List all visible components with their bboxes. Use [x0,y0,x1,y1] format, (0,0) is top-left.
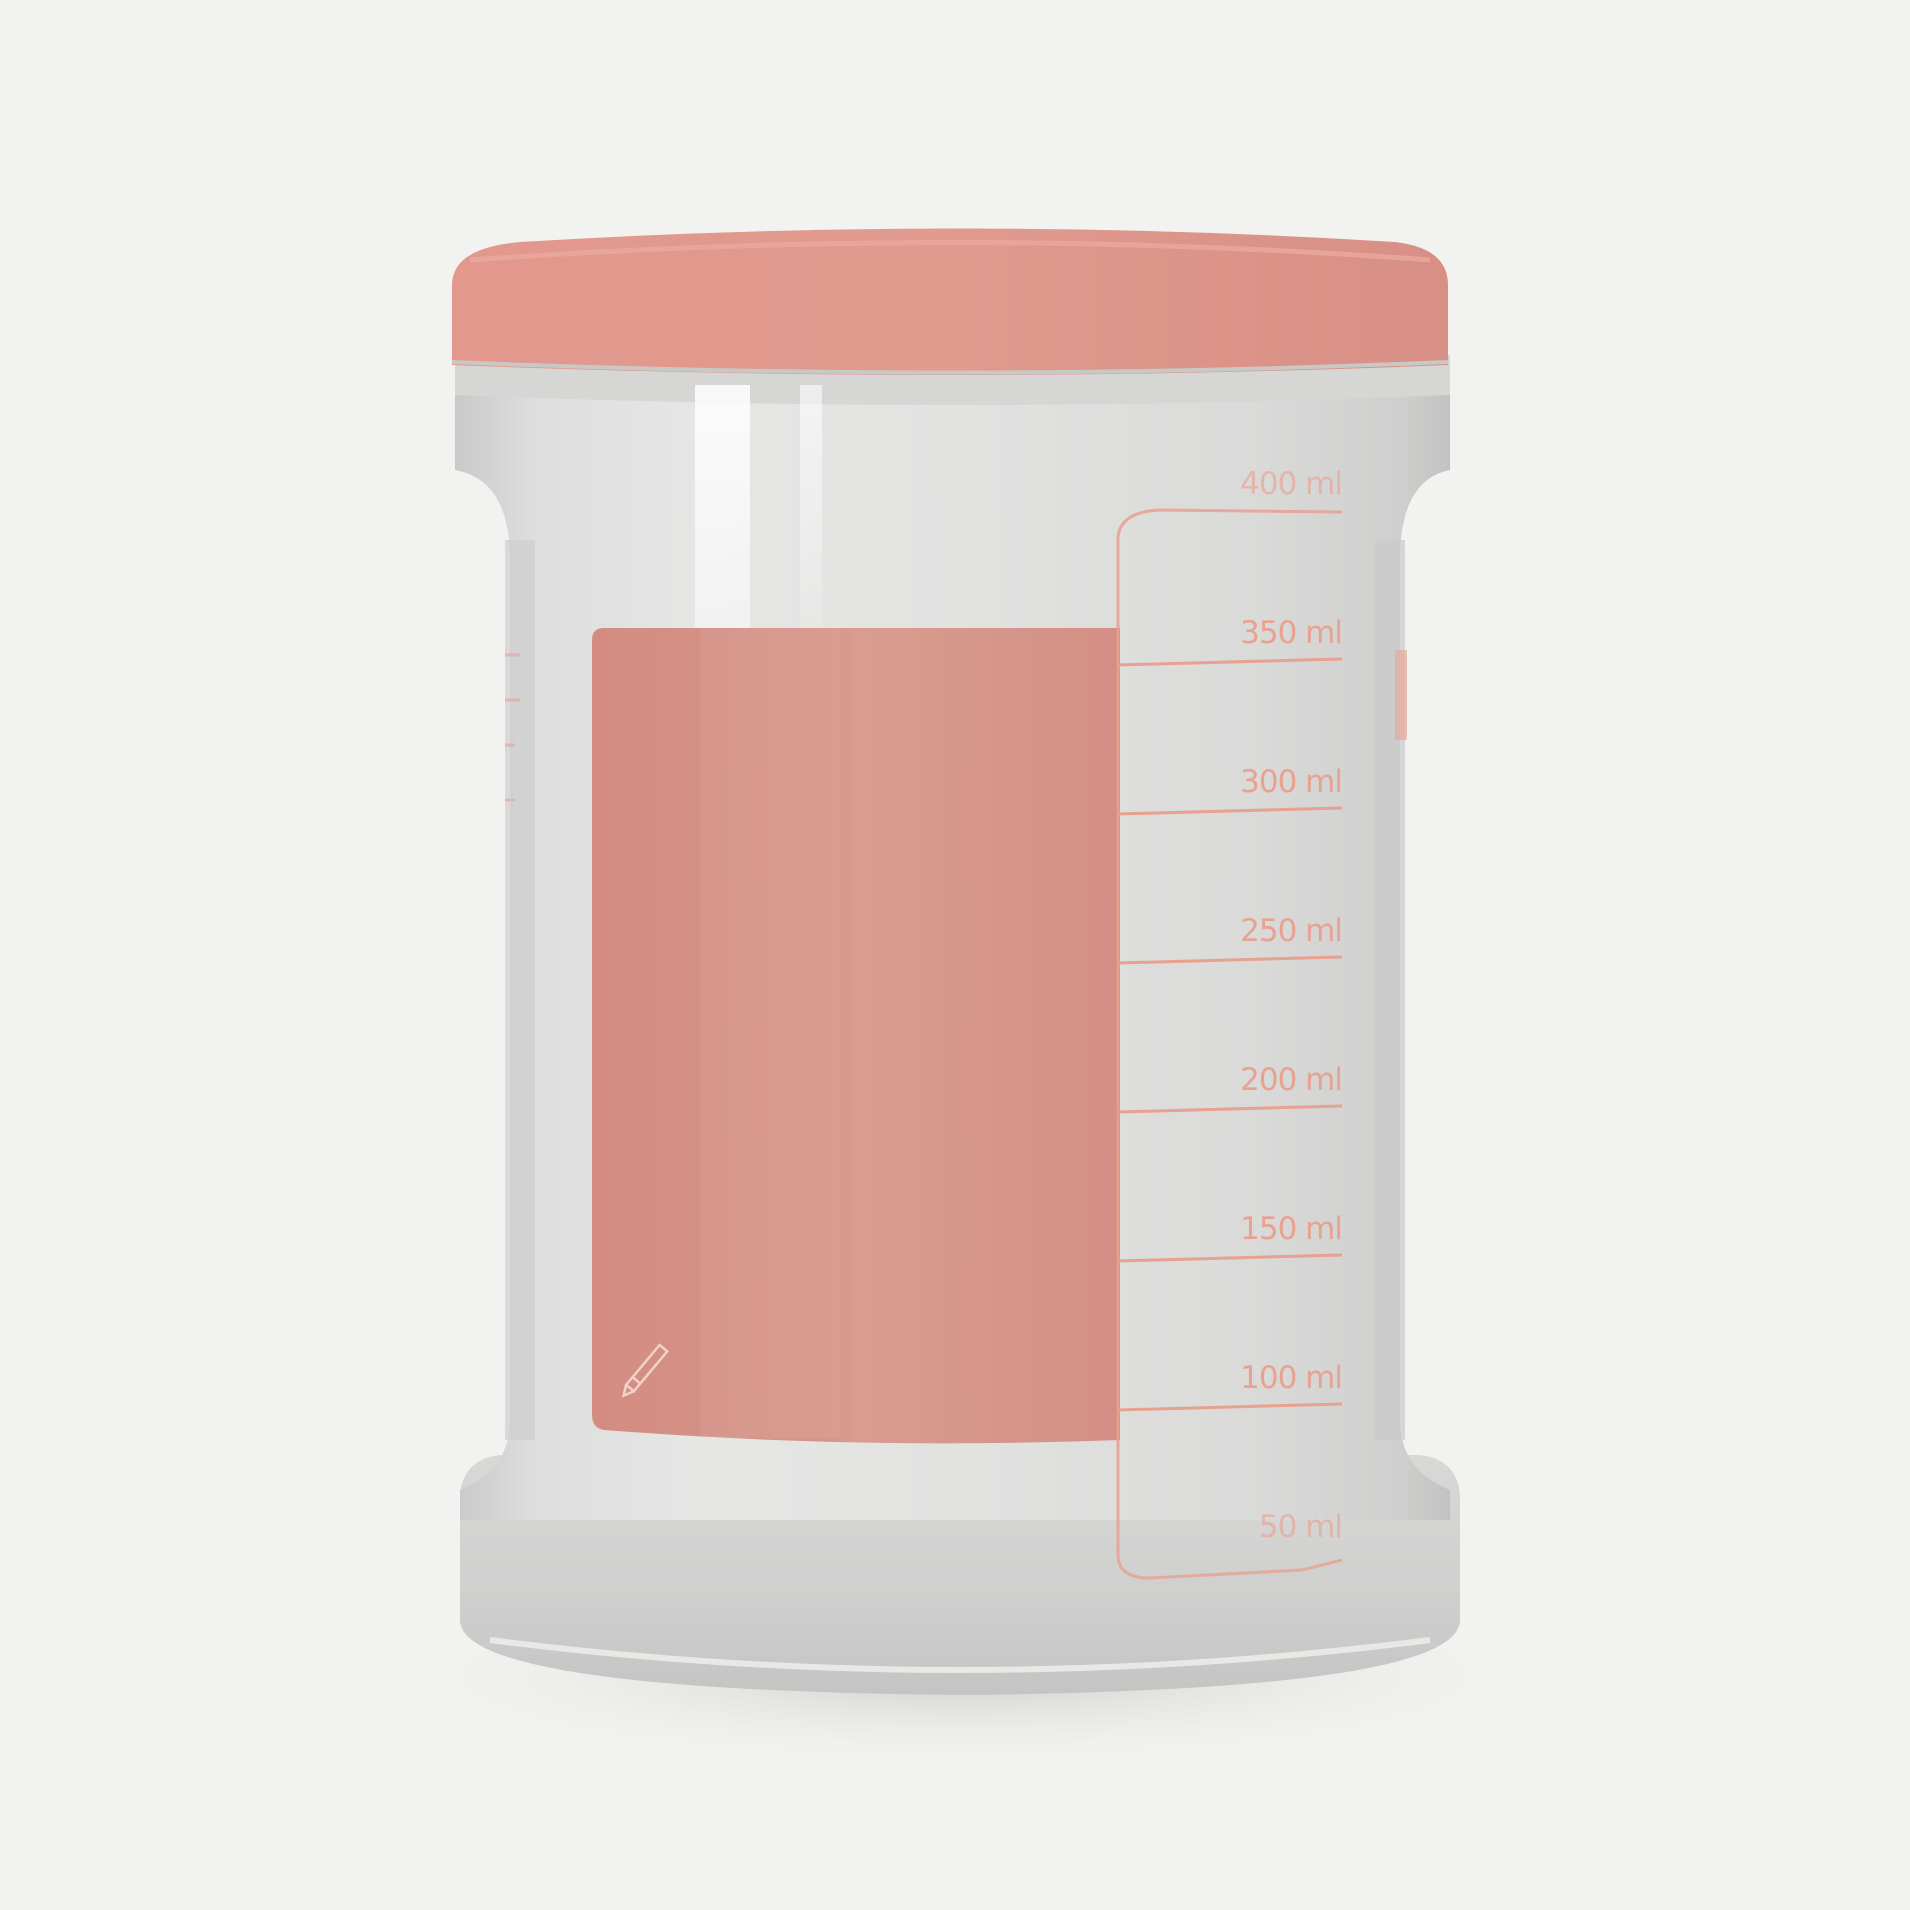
container-label [592,628,1120,1444]
graduation-label: 400 ml [1240,466,1342,502]
graduation-label: 200 ml [1240,1062,1342,1098]
graduation-label: 350 ml [1240,615,1342,651]
product-scene: 400 ml 350 ml 300 ml 250 ml 200 ml 150 ml 100 … [345,228,1585,1770]
graduation-label: 150 ml [1240,1211,1342,1247]
graduation-label: 300 ml [1240,764,1342,800]
left-inner-wall [505,540,535,1440]
graduation-label: 100 ml [1240,1360,1342,1396]
back-label-edge [1395,650,1407,740]
label-shine [700,628,840,1438]
graduation-label: 50 ml [1259,1509,1342,1545]
graduation-label: 250 ml [1240,913,1342,949]
